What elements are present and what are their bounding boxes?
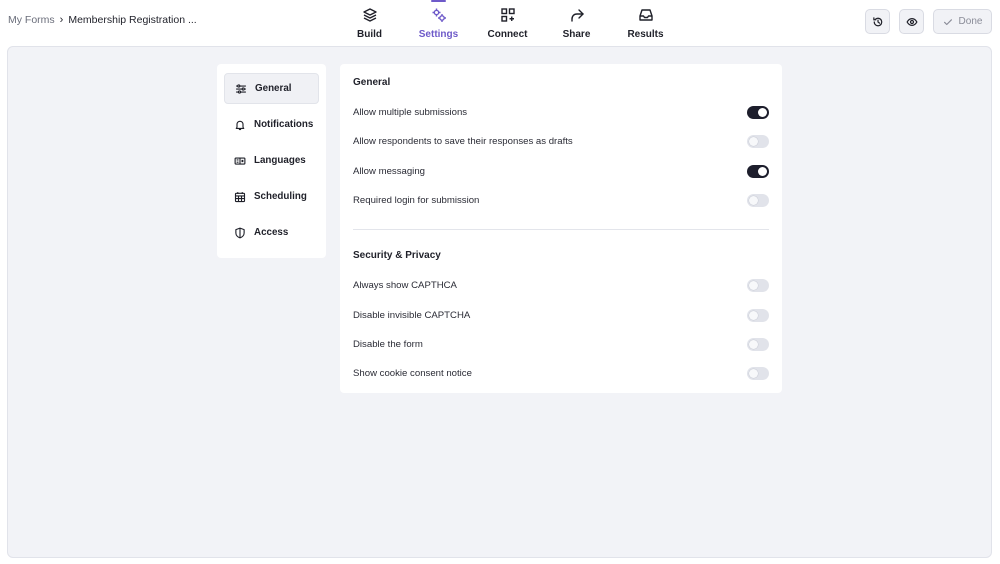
tab-build[interactable]: Build — [335, 0, 404, 44]
setting-label: Required login for submission — [353, 195, 480, 207]
calendar-icon — [234, 191, 246, 202]
setting-row: Disable the form — [353, 330, 769, 359]
breadcrumb-current-form[interactable]: Membership Registration ... — [68, 14, 196, 26]
toggle-knob — [758, 166, 767, 176]
breadcrumb-my-forms[interactable]: My Forms — [8, 14, 55, 26]
inbox-icon — [638, 9, 653, 21]
share-arrow-icon — [570, 9, 584, 22]
sidenav-item-languages[interactable]: Languages — [224, 145, 319, 176]
setting-label: Disable the form — [353, 338, 423, 350]
tab-share-label: Share — [562, 29, 591, 40]
tab-connect[interactable]: Connect — [473, 0, 542, 44]
toggle-knob — [749, 281, 758, 291]
done-button[interactable]: Done — [933, 9, 992, 34]
toggle-knob — [749, 310, 758, 320]
gears-icon — [432, 8, 446, 22]
tab-settings-label: Settings — [418, 29, 459, 40]
toggle-knob — [749, 137, 758, 147]
setting-row: Allow respondents to save their response… — [353, 127, 769, 156]
sliders-icon — [235, 83, 247, 94]
history-button[interactable] — [865, 9, 890, 34]
always-show-captcha-toggle[interactable] — [747, 279, 769, 293]
sidenav-label-scheduling: Scheduling — [254, 191, 307, 202]
setting-row: Allow multiple submissions — [353, 98, 769, 127]
top-bar: My Forms › Membership Registration ... B… — [0, 0, 1000, 44]
done-label: Done — [958, 16, 983, 27]
toggle-knob — [758, 108, 767, 118]
setting-row: Allow messaging — [353, 157, 769, 186]
tab-connect-label: Connect — [487, 29, 528, 40]
allow-messaging-toggle[interactable] — [747, 164, 769, 178]
settings-sidenav: General Notifications Languages Scheduli… — [217, 64, 326, 258]
setting-label: Allow multiple submissions — [353, 107, 468, 119]
allow-multiple-submissions-toggle[interactable] — [747, 106, 769, 120]
tab-share[interactable]: Share — [542, 0, 611, 44]
setting-label: Always show CAPTHCA — [353, 280, 457, 292]
tab-results-label: Results — [627, 29, 664, 40]
general-settings-list: Allow multiple submissions Allow respond… — [353, 98, 769, 215]
setting-row: Required login for submission — [353, 186, 769, 215]
history-icon — [872, 16, 882, 26]
language-icon — [234, 156, 246, 165]
section-title-security: Security & Privacy — [353, 250, 441, 262]
sidenav-item-general[interactable]: General — [224, 73, 319, 104]
section-title-general: General — [353, 77, 391, 88]
disable-form-toggle[interactable] — [747, 337, 769, 351]
setting-label: Disable invisible CAPTCHA — [353, 309, 471, 321]
cookie-consent-toggle[interactable] — [747, 367, 769, 381]
setting-row: Show cookie consent notice — [353, 359, 769, 388]
shield-icon — [235, 227, 245, 238]
sidenav-item-access[interactable]: Access — [224, 217, 319, 248]
sidenav-label-languages: Languages — [254, 155, 306, 166]
toggle-knob — [749, 196, 758, 206]
grid-plus-icon — [500, 8, 515, 22]
toggle-knob — [749, 369, 758, 379]
toggle-knob — [749, 339, 758, 349]
setting-label: Show cookie consent notice — [353, 368, 472, 380]
preview-button[interactable] — [899, 9, 924, 34]
check-icon — [943, 18, 952, 25]
header-actions: Done — [865, 9, 992, 34]
setting-row: Always show CAPTHCA — [353, 271, 769, 300]
eye-icon — [905, 17, 918, 26]
bell-icon — [235, 120, 245, 130]
required-login-toggle[interactable] — [747, 194, 769, 208]
sidenav-item-scheduling[interactable]: Scheduling — [224, 181, 319, 212]
breadcrumb: My Forms › Membership Registration ... — [8, 14, 197, 26]
section-divider — [353, 229, 769, 231]
main-tabs: Build Settings Connect Share Results — [335, 0, 680, 44]
disable-invisible-captcha-toggle[interactable] — [747, 308, 769, 322]
setting-row: Disable invisible CAPTCHA — [353, 300, 769, 329]
breadcrumb-separator: › — [59, 14, 64, 26]
sidenav-label-notifications: Notifications — [254, 119, 314, 130]
tab-build-label: Build — [357, 29, 382, 40]
layers-icon — [362, 8, 377, 22]
sidenav-item-notifications[interactable]: Notifications — [224, 109, 319, 140]
sidenav-label-access: Access — [254, 227, 289, 238]
tab-results[interactable]: Results — [611, 0, 680, 44]
setting-label: Allow respondents to save their response… — [353, 136, 573, 148]
setting-label: Allow messaging — [353, 165, 425, 177]
tab-settings[interactable]: Settings — [404, 0, 473, 44]
settings-panel: General Allow multiple submissions Allow… — [340, 64, 782, 393]
security-settings-list: Always show CAPTHCA Disable invisible CA… — [353, 271, 769, 388]
sidenav-label-general: General — [255, 83, 292, 94]
save-drafts-toggle[interactable] — [747, 135, 769, 149]
